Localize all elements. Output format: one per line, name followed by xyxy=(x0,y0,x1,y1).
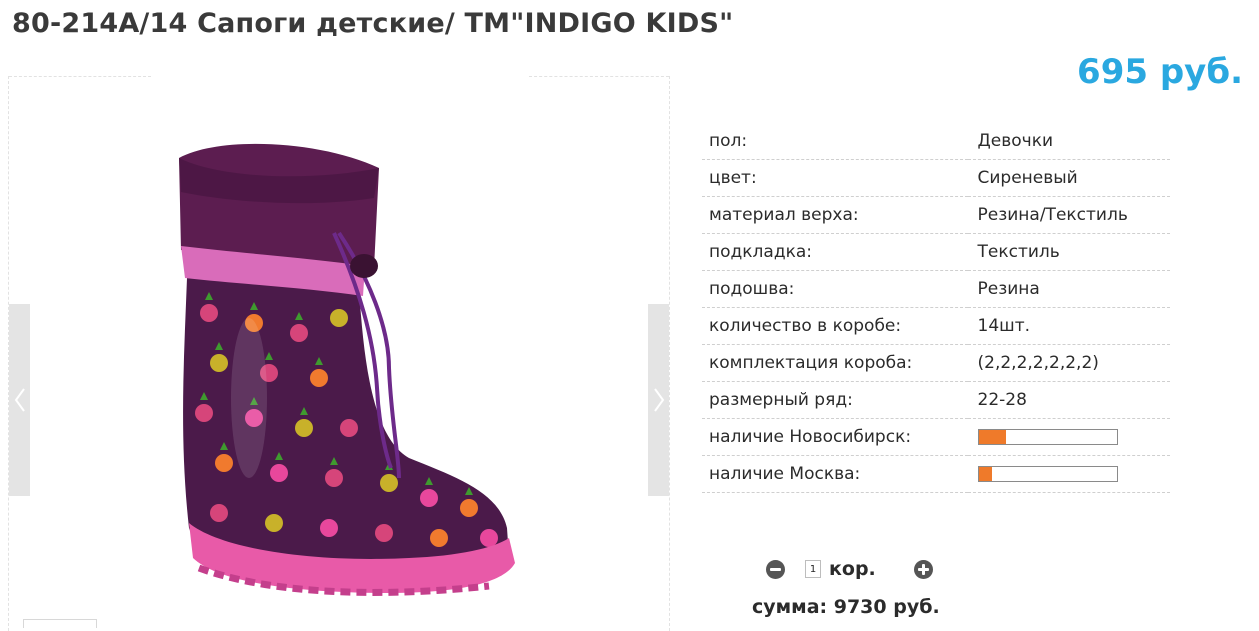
gallery-next-button[interactable] xyxy=(648,304,669,496)
spec-row: цвет: Сиреневый xyxy=(702,159,1170,197)
stock-indicator xyxy=(967,455,1170,493)
spec-row: подошва: Резина xyxy=(702,270,1170,308)
gallery-border xyxy=(529,76,669,77)
spec-label: подкладка: xyxy=(702,233,968,271)
stock-row: наличие Москва: xyxy=(702,455,1170,493)
gallery-border xyxy=(9,76,151,77)
spec-row: количество в коробе: 14шт. xyxy=(702,307,1170,345)
spec-label: подошва: xyxy=(702,270,968,308)
quantity-input[interactable] xyxy=(805,560,821,578)
increase-button[interactable] xyxy=(913,559,933,579)
thumbnail[interactable] xyxy=(23,619,97,628)
spec-label: материал верха: xyxy=(702,196,968,234)
spec-label: пол: xyxy=(702,123,968,160)
spec-label: количество в коробе: xyxy=(702,307,968,345)
chevron-right-icon xyxy=(653,388,664,412)
stock-row: наличие Новосибирск: xyxy=(702,418,1170,456)
spec-value: Резина/Текстиль xyxy=(967,196,1170,234)
spec-label: комплектация короба: xyxy=(702,344,968,382)
boot-toggle xyxy=(350,254,378,278)
order-sum: сумма: 9730 руб. xyxy=(752,596,940,618)
spec-value: Сиреневый xyxy=(967,159,1170,197)
spec-value: 14шт. xyxy=(967,307,1170,345)
spec-value: 22-28 xyxy=(967,381,1170,419)
spec-label: цвет: xyxy=(702,159,968,197)
stock-bar xyxy=(977,466,1118,482)
decrease-button[interactable] xyxy=(766,559,785,579)
quantity-unit: кор. xyxy=(829,558,876,580)
product-image[interactable] xyxy=(159,138,529,608)
product-gallery xyxy=(8,76,670,631)
spec-row: размерный ряд: 22-28 xyxy=(702,381,1170,419)
gallery-prev-button[interactable] xyxy=(9,304,30,496)
spec-row: пол: Девочки xyxy=(702,123,1170,160)
spec-row: материал верха: Резина/Текстиль xyxy=(702,196,1170,234)
spec-label: размерный ряд: xyxy=(702,381,968,419)
chevron-left-icon xyxy=(14,388,25,412)
stock-fill xyxy=(978,430,1007,444)
page-title: 80-214А/14 Сапоги детские/ ТМ"INDIGO KID… xyxy=(12,8,734,39)
stock-fill xyxy=(978,467,993,481)
spec-value: Текстиль xyxy=(967,233,1170,271)
spec-table: пол: Девочки цвет: Сиреневый материал верха:… xyxy=(702,123,1170,493)
stock-indicator xyxy=(967,418,1170,456)
stock-label: наличие Новосибирск: xyxy=(702,418,968,456)
quantity-stepper: кор. xyxy=(766,558,933,580)
stock-label: наличие Москва: xyxy=(702,455,968,493)
spec-value: (2,2,2,2,2,2,2) xyxy=(967,344,1170,382)
product-page: 80-214А/14 Сапоги детские/ ТМ"INDIGO KID… xyxy=(0,0,1259,631)
spec-value: Девочки xyxy=(967,123,1170,160)
price: 695 руб. xyxy=(1077,52,1243,92)
spec-value: Резина xyxy=(967,270,1170,308)
spec-row: подкладка: Текстиль xyxy=(702,233,1170,271)
stock-bar xyxy=(977,429,1118,445)
spec-row: комплектация короба: (2,2,2,2,2,2,2) xyxy=(702,344,1170,382)
